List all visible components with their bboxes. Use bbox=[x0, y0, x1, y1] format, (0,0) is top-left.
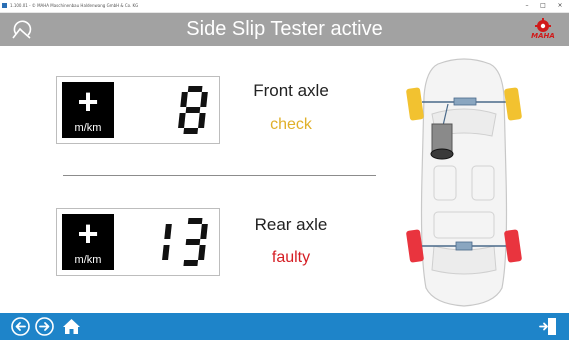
digit-segment-a bbox=[187, 86, 203, 92]
app-icon bbox=[2, 3, 7, 8]
back-button[interactable] bbox=[10, 316, 31, 337]
digit-segment-d bbox=[183, 128, 199, 134]
digit-segment-b bbox=[200, 92, 208, 107]
rear-sign-box: + m/km bbox=[62, 214, 114, 270]
brand-text: MAHA bbox=[531, 32, 555, 40]
digit-segment-c bbox=[198, 245, 206, 260]
rear-seven-segment-value bbox=[162, 218, 208, 266]
home-button[interactable] bbox=[61, 316, 82, 337]
front-unit: m/km bbox=[74, 122, 102, 134]
rear-differential bbox=[455, 241, 473, 251]
exit-button[interactable] bbox=[538, 316, 559, 337]
forward-button[interactable] bbox=[34, 316, 55, 337]
close-button[interactable]: × bbox=[554, 1, 566, 10]
front-seven-segment-value bbox=[178, 86, 208, 134]
front-sign-box: + m/km bbox=[62, 82, 114, 138]
digit-segment-f bbox=[180, 92, 188, 107]
front-axle-display: + m/km bbox=[56, 76, 220, 144]
footer-bar bbox=[0, 313, 569, 340]
digit-segment-b bbox=[200, 224, 208, 239]
digit-segment-c bbox=[198, 113, 206, 128]
front-sign: + bbox=[77, 81, 99, 122]
front-axle-status: check bbox=[270, 116, 312, 133]
rear-axle-display: + m/km bbox=[56, 208, 220, 276]
front-right-wheel bbox=[504, 87, 522, 121]
digit-segment-g bbox=[185, 239, 201, 245]
car-topview-diagram bbox=[406, 58, 522, 307]
forward-arrow-icon bbox=[35, 317, 54, 336]
front-axle-label: Front axle bbox=[253, 81, 329, 100]
page-title: Side Slip Tester active bbox=[186, 18, 383, 40]
digit-segment-d bbox=[183, 260, 199, 266]
home-icon bbox=[63, 319, 80, 334]
divider bbox=[63, 175, 376, 176]
digit-segment-c bbox=[162, 245, 170, 260]
maha-logo: MAHA bbox=[527, 18, 559, 42]
maximize-button[interactable]: □ bbox=[537, 1, 549, 10]
rear-right-wheel bbox=[504, 229, 522, 263]
rear-sign: + bbox=[77, 213, 99, 254]
window-title: 1.100.01 - © MAHA Maschinenbau Haldenwan… bbox=[10, 3, 139, 8]
digit-segment-g bbox=[185, 107, 201, 113]
rear-axle-label: Rear axle bbox=[254, 215, 328, 234]
rear-unit: m/km bbox=[74, 254, 102, 266]
front-left-wheel bbox=[406, 87, 424, 121]
steering-wheel bbox=[430, 148, 454, 160]
steering-rack bbox=[453, 97, 477, 106]
exit-icon bbox=[539, 318, 556, 335]
digit-segment-a bbox=[187, 218, 203, 224]
rear-axle-status: faulty bbox=[271, 249, 311, 266]
digit-segment-b bbox=[164, 224, 172, 239]
minimize-button[interactable]: – bbox=[521, 1, 533, 10]
back-arrow-icon bbox=[11, 317, 30, 336]
header-bar: Side Slip Tester active MAHA bbox=[0, 13, 569, 46]
window-titlebar: 1.100.01 - © MAHA Maschinenbau Haldenwan… bbox=[0, 0, 569, 13]
digit-segment-e bbox=[178, 113, 186, 128]
